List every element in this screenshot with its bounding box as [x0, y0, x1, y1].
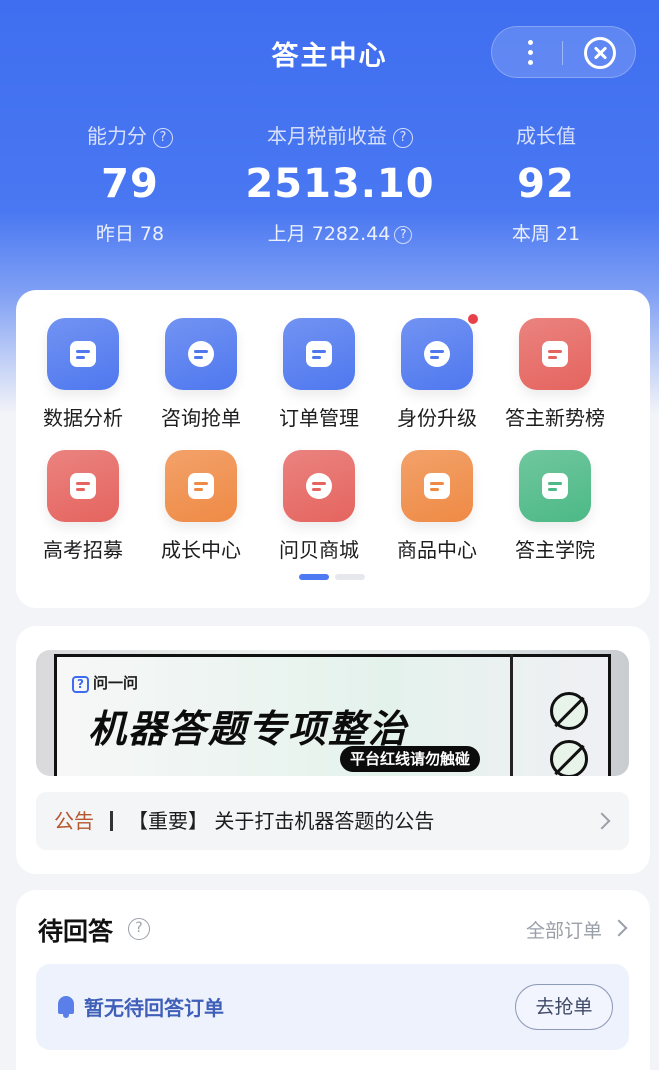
stat-monthly-income[interactable]: 本月税前收益? 2513.10 上月 7282.44?: [240, 120, 440, 246]
close-icon[interactable]: [584, 37, 616, 69]
help-icon[interactable]: ?: [128, 918, 150, 940]
grid-tile: [401, 450, 473, 522]
all-orders-link[interactable]: 全部订单: [526, 916, 602, 943]
notice-bar[interactable]: 公告 【重要】 关于打击机器答题的公告: [36, 792, 629, 850]
grid-item-label: 问贝商城: [279, 538, 359, 562]
announcement-banner[interactable]: ? 问一问 机器答题专项整治 平台红线请勿触碰: [36, 650, 629, 776]
stat-value: 79: [101, 161, 159, 207]
grid-tile: [401, 318, 473, 390]
grid-item-label: 答主学院: [515, 538, 595, 562]
grid-item[interactable]: 问贝商城: [260, 450, 378, 570]
grid-item[interactable]: 高考招募: [24, 450, 142, 570]
page-dot: [335, 574, 365, 580]
grid-item[interactable]: 订单管理: [260, 318, 378, 438]
banner-divider: [510, 654, 513, 776]
grid-tile: [47, 450, 119, 522]
lightning-icon: [188, 341, 214, 367]
page-dot-active: [299, 574, 329, 580]
stat-sub: 昨日 78: [95, 223, 165, 245]
title-bar: 答主中心: [0, 24, 659, 80]
feature-grid-card: 数据分析 咨询抢单 订单管理 身份升级 答主新势榜高考招募 成长中心 问贝商城 商品中心 答主学…: [16, 290, 650, 608]
chevron-right-icon[interactable]: [610, 919, 628, 937]
stats-panel: 能力分? 79 昨日 78 本月税前收益? 2513.10 上月 7282.44…: [0, 120, 659, 270]
play-icon: [542, 473, 568, 499]
notice-separator: [110, 811, 113, 831]
stat-value: 92: [517, 161, 575, 207]
grid-item-label: 商品中心: [397, 538, 477, 562]
notification-dot: [468, 314, 478, 324]
grid-item-label: 数据分析: [43, 406, 123, 430]
prohibited-icon: [550, 740, 588, 776]
grid-tile: [47, 318, 119, 390]
shell-icon: [306, 473, 332, 499]
grid-item[interactable]: 咨询抢单: [142, 318, 260, 438]
banner-headline: 机器答题专项整治: [88, 707, 409, 751]
grid-tile: [283, 450, 355, 522]
grid-item-label: 高考招募: [43, 538, 123, 562]
flag-icon: [70, 473, 96, 499]
banner-brand: ? 问一问: [72, 672, 138, 693]
pending-title: 待回答: [38, 917, 114, 946]
user-badge-icon: [424, 341, 450, 367]
grid-item-label: 成长中心: [161, 538, 241, 562]
pending-card: 待回答 ? 全部订单 暂无待回答订单 去抢单: [16, 890, 650, 1070]
grid-tile: [165, 450, 237, 522]
grid-item[interactable]: 答主学院: [496, 450, 614, 570]
help-icon[interactable]: ?: [393, 128, 413, 148]
grid-tile: [519, 318, 591, 390]
grid-tile: [165, 318, 237, 390]
help-icon[interactable]: ?: [153, 128, 173, 148]
crown-icon: [188, 473, 214, 499]
notice-text: 【重要】 关于打击机器答题的公告: [128, 809, 435, 833]
stat-growth-value[interactable]: 成长值 92 本周 21: [486, 120, 606, 246]
stat-sub: 上月 7282.44?: [240, 219, 440, 246]
grid-item[interactable]: 身份升级: [378, 314, 496, 438]
grid-item[interactable]: 商品中心: [378, 450, 496, 570]
chart-icon: [70, 341, 96, 367]
brand-logo-icon: ?: [72, 676, 89, 693]
grab-order-button[interactable]: 去抢单: [515, 984, 613, 1030]
empty-text: 暂无待回答订单: [84, 996, 224, 1020]
grid-item-label: 订单管理: [279, 406, 359, 430]
grid-tile: [519, 450, 591, 522]
grid-item-label: 答主新势榜: [505, 406, 605, 430]
stat-value: 2513.10: [245, 161, 435, 207]
chevron-right-icon: [593, 812, 611, 830]
grid-tile: [283, 318, 355, 390]
mini-program-capsule: [491, 26, 636, 78]
banner-pill: 平台红线请勿触碰: [340, 746, 481, 772]
help-icon[interactable]: ?: [394, 226, 413, 244]
grid-item[interactable]: 答主新势榜: [496, 318, 614, 438]
trophy-icon: [542, 341, 568, 367]
grid-item[interactable]: 数据分析: [24, 318, 142, 438]
more-options-icon[interactable]: [520, 37, 540, 69]
store-icon: [424, 473, 450, 499]
prohibited-icon: [550, 692, 588, 730]
stat-label: 本月税前收益?: [240, 120, 440, 149]
stat-sub: 本周 21: [511, 223, 581, 245]
grid-item-label: 身份升级: [397, 406, 477, 430]
capsule-divider: [562, 41, 563, 65]
stat-ability-score[interactable]: 能力分? 79 昨日 78: [70, 120, 190, 246]
stat-label: 成长值: [516, 124, 576, 148]
document-icon: [306, 341, 332, 367]
stat-label: 能力分?: [70, 120, 190, 149]
bell-icon: [58, 996, 74, 1018]
grid-item-label: 咨询抢单: [161, 406, 241, 430]
empty-state: 暂无待回答订单 去抢单: [36, 964, 629, 1050]
notice-card: ? 问一问 机器答题专项整治 平台红线请勿触碰 公告 【重要】 关于打击机器答题的…: [16, 626, 650, 874]
page-indicator: [299, 574, 369, 580]
grid-item[interactable]: 成长中心: [142, 450, 260, 570]
notice-tag: 公告: [54, 809, 94, 833]
